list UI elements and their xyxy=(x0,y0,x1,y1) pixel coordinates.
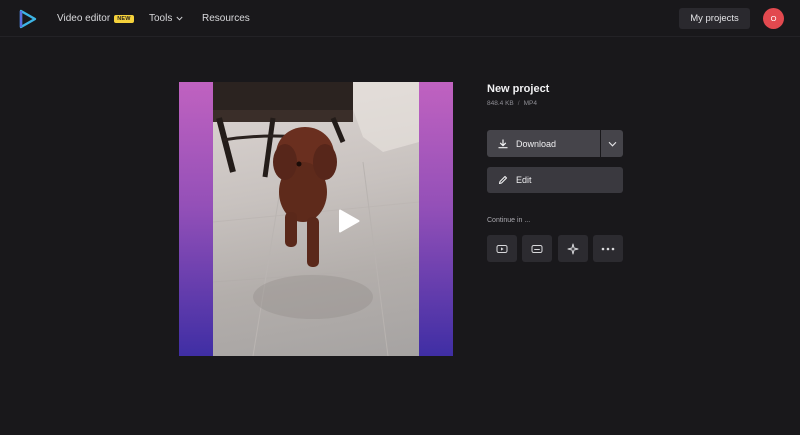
pencil-icon xyxy=(498,175,508,185)
video-pillarbox-right xyxy=(419,82,453,356)
youtube-icon xyxy=(496,244,508,253)
project-meta: 848.4 KB / MP4 xyxy=(487,100,537,107)
video-preview[interactable] xyxy=(179,82,453,356)
continue-youtube-button[interactable] xyxy=(487,235,517,262)
nav-video-editor-label: Video editor xyxy=(57,13,111,24)
download-button[interactable]: Download xyxy=(487,130,600,157)
continue-more-button[interactable] xyxy=(593,235,623,262)
edit-button[interactable]: Edit xyxy=(487,167,623,193)
avatar[interactable]: O xyxy=(763,8,784,29)
chevron-down-icon xyxy=(608,141,616,147)
continue-ai-button[interactable] xyxy=(558,235,588,262)
nav-resources-label: Resources xyxy=(202,13,250,24)
file-format: MP4 xyxy=(523,100,537,107)
nav-resources[interactable]: Resources xyxy=(202,0,250,37)
video-thumbnail-image xyxy=(213,82,419,356)
chevron-down-icon xyxy=(176,16,183,21)
sparkle-icon xyxy=(567,243,579,254)
my-projects-button[interactable]: My projects xyxy=(679,8,750,29)
nav-tools-label: Tools xyxy=(149,13,173,24)
download-options-button[interactable] xyxy=(601,130,623,157)
download-label: Download xyxy=(516,138,557,149)
subtitles-icon xyxy=(531,244,543,253)
download-icon xyxy=(498,138,508,148)
my-projects-label: My projects xyxy=(690,13,739,24)
more-icon xyxy=(601,247,615,250)
continue-in-label: Continue in ... xyxy=(487,217,531,224)
continue-subtitles-button[interactable] xyxy=(522,235,552,262)
edit-label: Edit xyxy=(516,175,532,185)
top-bar: Video editor NEW Tools Resources My proj… xyxy=(0,0,800,37)
nav-tools[interactable]: Tools xyxy=(149,0,183,37)
file-size: 848.4 KB xyxy=(487,100,514,107)
nav-video-editor[interactable]: Video editor NEW xyxy=(57,0,134,37)
meta-separator: / xyxy=(517,100,520,107)
project-title: New project xyxy=(487,83,550,95)
new-badge: NEW xyxy=(114,14,134,23)
play-icon[interactable] xyxy=(338,209,360,233)
video-frame xyxy=(213,82,419,356)
avatar-initial: O xyxy=(770,14,777,23)
video-pillarbox-left xyxy=(179,82,213,356)
app-logo-icon[interactable] xyxy=(18,9,38,29)
